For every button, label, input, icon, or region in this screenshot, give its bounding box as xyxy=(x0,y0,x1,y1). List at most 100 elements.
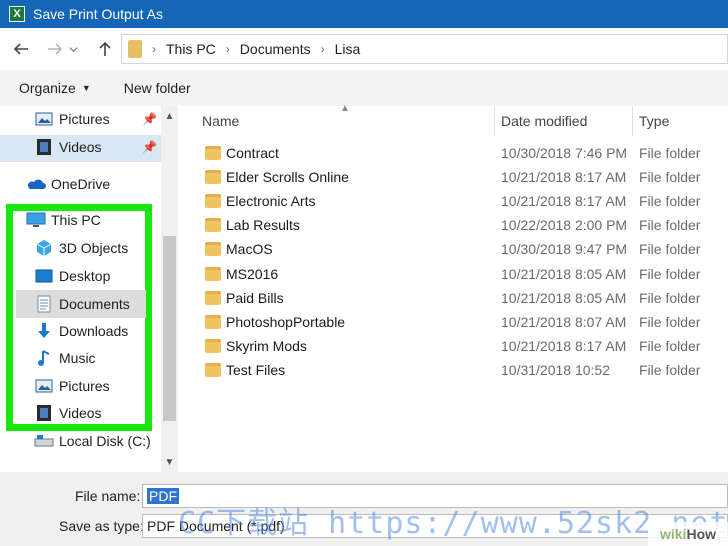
chevron-down-icon: ▼ xyxy=(81,83,91,93)
folder-icon xyxy=(205,242,221,256)
file-row[interactable]: MacOS 10/30/2018 9:47 PM File folder xyxy=(178,237,728,261)
nav-item-label: 3D Objects xyxy=(59,240,129,256)
navigation-pane: Pictures 📌 Videos 📌 OneDrive This PC 3D … xyxy=(0,106,178,472)
chevron-down-icon[interactable]: ▼ xyxy=(161,452,178,472)
folder-icon xyxy=(205,339,221,353)
command-toolbar: Organize ▼ New folder xyxy=(0,70,728,106)
column-header-date[interactable]: Date modified xyxy=(501,106,631,136)
nav-item-music[interactable]: Music xyxy=(34,345,146,371)
breadcrumb-lisa[interactable]: Lisa xyxy=(335,41,361,57)
nav-item-videos-quick[interactable]: Videos 📌 xyxy=(34,134,161,160)
file-row[interactable]: Skyrim Mods 10/21/2018 8:17 AM File fold… xyxy=(178,334,728,358)
pin-icon[interactable]: 📌 xyxy=(142,112,157,126)
nav-item-onedrive[interactable]: OneDrive xyxy=(26,171,161,197)
file-type: File folder xyxy=(639,338,701,354)
folder-icon xyxy=(205,315,221,329)
file-type: File folder xyxy=(639,241,701,257)
file-row[interactable]: Paid Bills 10/21/2018 8:05 AM File folde… xyxy=(178,286,728,310)
excel-app-icon: X xyxy=(9,6,25,22)
desktop-icon xyxy=(34,266,54,286)
breadcrumb-this-pc[interactable]: This PC xyxy=(166,41,216,57)
nav-item-this-pc[interactable]: This PC xyxy=(26,207,146,233)
file-name: Elder Scrolls Online xyxy=(226,169,349,185)
nav-item-label: This PC xyxy=(51,212,101,228)
file-list: ▲ Name Date modified Type Contract 10/30… xyxy=(178,103,728,472)
file-type: File folder xyxy=(639,145,701,161)
folder-icon xyxy=(205,170,221,184)
address-bar[interactable]: › This PC › Documents › Lisa xyxy=(121,34,728,64)
organize-button[interactable]: Organize ▼ xyxy=(0,80,110,96)
folder-icon xyxy=(205,267,221,281)
file-name: Electronic Arts xyxy=(226,193,316,209)
nav-item-local-disk[interactable]: Local Disk (C:) xyxy=(34,428,161,454)
file-row[interactable]: Test Files 10/31/2018 10:52 File folder xyxy=(178,358,728,382)
videos-icon xyxy=(34,137,54,157)
folder-icon xyxy=(205,363,221,377)
column-divider[interactable] xyxy=(632,106,633,136)
file-date: 10/21/2018 8:17 AM xyxy=(501,338,627,354)
new-folder-button[interactable]: New folder xyxy=(110,80,210,96)
breadcrumb-separator: › xyxy=(225,42,230,56)
nav-item-3d-objects[interactable]: 3D Objects xyxy=(34,235,146,261)
nav-item-label: Desktop xyxy=(59,268,111,284)
nav-item-label: Pictures xyxy=(59,378,110,394)
this-pc-icon xyxy=(26,210,46,230)
nav-item-label: OneDrive xyxy=(51,176,111,192)
file-name: Test Files xyxy=(226,362,286,378)
file-name: Lab Results xyxy=(226,217,300,233)
videos-icon xyxy=(34,403,54,423)
file-row[interactable]: PhotoshopPortable 10/21/2018 8:07 AM Fil… xyxy=(178,310,728,334)
nav-item-documents[interactable]: Documents xyxy=(34,291,146,317)
file-date: 10/30/2018 9:47 PM xyxy=(501,241,628,257)
file-type: File folder xyxy=(639,314,701,330)
file-row[interactable]: Elder Scrolls Online 10/21/2018 8:17 AM … xyxy=(178,165,728,189)
folder-icon xyxy=(205,291,221,305)
scroll-thumb[interactable] xyxy=(163,236,176,421)
window-title: Save Print Output As xyxy=(33,6,163,22)
nav-scrollbar[interactable]: ▲ ▼ xyxy=(161,106,178,472)
file-name: Contract xyxy=(226,145,279,161)
pictures-icon xyxy=(34,109,54,129)
music-icon xyxy=(34,348,54,368)
nav-item-pictures-quick[interactable]: Pictures 📌 xyxy=(34,106,161,132)
nav-item-downloads[interactable]: Downloads xyxy=(34,318,146,344)
onedrive-icon xyxy=(26,174,46,194)
title-bar: X Save Print Output As xyxy=(0,0,728,28)
file-type: File folder xyxy=(639,169,701,185)
nav-item-pictures[interactable]: Pictures xyxy=(34,373,146,399)
folder-icon xyxy=(205,194,221,208)
nav-item-label: Pictures xyxy=(59,111,110,127)
organize-label: Organize xyxy=(19,80,76,96)
file-row[interactable]: Lab Results 10/22/2018 2:00 PM File fold… xyxy=(178,213,728,237)
breadcrumb-separator: › xyxy=(152,42,156,56)
breadcrumb-documents[interactable]: Documents xyxy=(240,41,311,57)
file-name: PhotoshopPortable xyxy=(226,314,346,330)
nav-item-videos[interactable]: Videos xyxy=(34,400,146,426)
file-row[interactable]: MS2016 10/21/2018 8:05 AM File folder xyxy=(178,262,728,286)
breadcrumb-separator: › xyxy=(320,42,325,56)
folder-icon xyxy=(128,40,142,58)
wikihow-logo: wiki How xyxy=(648,522,728,546)
chevron-up-icon[interactable]: ▲ xyxy=(161,106,178,126)
nav-item-label: Local Disk (C:) xyxy=(59,433,151,449)
file-date: 10/31/2018 10:52 xyxy=(501,362,610,378)
pin-icon[interactable]: 📌 xyxy=(142,140,157,154)
nav-item-desktop[interactable]: Desktop xyxy=(34,263,146,289)
nav-item-label: Videos xyxy=(59,139,102,155)
file-type: File folder xyxy=(639,362,701,378)
column-header-name[interactable]: Name xyxy=(202,106,492,136)
recent-locations-chevron-icon[interactable] xyxy=(63,35,83,63)
file-date: 10/21/2018 8:05 AM xyxy=(501,266,627,282)
file-type: File folder xyxy=(639,193,701,209)
column-divider[interactable] xyxy=(494,106,495,136)
back-arrow-icon[interactable] xyxy=(7,35,35,63)
file-row[interactable]: Contract 10/30/2018 7:46 PM File folder xyxy=(178,141,728,165)
file-date: 10/22/2018 2:00 PM xyxy=(501,217,628,233)
nav-item-label: Videos xyxy=(59,405,102,421)
file-date: 10/21/2018 8:07 AM xyxy=(501,314,627,330)
column-header-type[interactable]: Type xyxy=(639,106,728,136)
up-arrow-icon[interactable] xyxy=(91,35,119,63)
nav-item-label: Music xyxy=(59,350,96,366)
nav-item-label: Downloads xyxy=(59,323,129,339)
file-row[interactable]: Electronic Arts 10/21/2018 8:17 AM File … xyxy=(178,189,728,213)
